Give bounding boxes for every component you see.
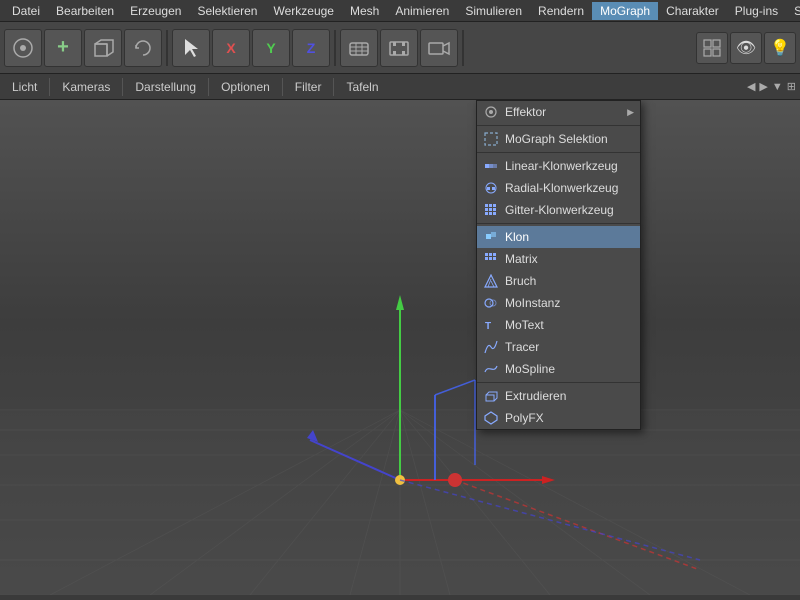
extrudieren-icon <box>483 388 499 404</box>
menubar-mograph[interactable]: MoGraph <box>592 2 658 20</box>
move-tool-btn[interactable] <box>4 29 42 67</box>
light-btn[interactable]: 💡 <box>764 32 796 64</box>
toolbar2-optionen[interactable]: Optionen <box>213 78 278 96</box>
rotate-btn[interactable] <box>124 29 162 67</box>
add-btn[interactable]: + <box>44 29 82 67</box>
toolbar2-sep-1 <box>122 78 123 96</box>
moinstanz-icon <box>483 295 499 311</box>
menubar-skript[interactable]: Skript <box>786 2 800 20</box>
motext-icon: T <box>483 317 499 333</box>
toolbar2-filter[interactable]: Filter <box>287 78 330 96</box>
mograph-dropdown: Effektor MoGraph Selektion Linear-Klonwe… <box>476 100 641 430</box>
menubar-charakter[interactable]: Charakter <box>658 2 727 20</box>
effektor-icon <box>483 104 499 120</box>
film-btn[interactable] <box>380 29 418 67</box>
dropdown-tracer[interactable]: Tracer <box>477 336 640 358</box>
dropdown-gitter-klon[interactable]: Gitter-Klonwerkzeug <box>477 199 640 221</box>
dropdown-polyfx[interactable]: PolyFX <box>477 407 640 429</box>
toolbar2-sep-0 <box>49 78 50 96</box>
toolbar-sep-1 <box>166 30 168 66</box>
dropdown-sep-3 <box>477 223 640 224</box>
matrix-icon <box>483 251 499 267</box>
toolbar2-sep-4 <box>333 78 334 96</box>
camera-film-btn[interactable] <box>420 29 458 67</box>
menubar-animieren[interactable]: Animieren <box>387 2 457 20</box>
mograph-selektion-icon <box>483 131 499 147</box>
dropdown-mograph-selektion[interactable]: MoGraph Selektion <box>477 128 640 150</box>
radial-klon-icon <box>483 180 499 196</box>
nav-arrow-left-icon[interactable]: ◀ <box>747 80 755 93</box>
secondary-toolbar: Licht Kameras Darstellung Optionen Filte… <box>0 74 800 100</box>
nav-down-icon[interactable]: ▼ <box>772 81 783 93</box>
menubar-rendern[interactable]: Rendern <box>530 2 592 20</box>
cube-btn[interactable] <box>84 29 122 67</box>
dropdown-linear-klon[interactable]: Linear-Klonwerkzeug <box>477 155 640 177</box>
menubar-simulieren[interactable]: Simulieren <box>457 2 530 20</box>
z-axis-btn[interactable]: Z <box>292 29 330 67</box>
toolbar2-sep-3 <box>282 78 283 96</box>
menubar-selektieren[interactable]: Selektieren <box>189 2 265 20</box>
menubar-werkzeuge[interactable]: Werkzeuge <box>265 2 341 20</box>
x-axis-btn[interactable]: X <box>212 29 250 67</box>
scene-svg <box>0 100 800 595</box>
y-axis-btn[interactable]: Y <box>252 29 290 67</box>
menubar-mesh[interactable]: Mesh <box>342 2 387 20</box>
box-btn[interactable] <box>340 29 378 67</box>
toolbar2-sep-2 <box>208 78 209 96</box>
menubar-plugins[interactable]: Plug-ins <box>727 2 786 20</box>
svg-text:T: T <box>485 321 491 332</box>
toolbar2-kameras[interactable]: Kameras <box>54 78 118 96</box>
klon-icon <box>483 229 499 245</box>
dropdown-motext[interactable]: T MoText <box>477 314 640 336</box>
dropdown-sep-4 <box>477 382 640 383</box>
toolbar-sep-3 <box>462 30 464 66</box>
select-btn[interactable] <box>172 29 210 67</box>
dropdown-extrudieren[interactable]: Extrudieren <box>477 385 640 407</box>
toolbar2-right-controls: ◀ ▶ ▼ ⊞ <box>747 80 796 93</box>
toolbar-sep-2 <box>334 30 336 66</box>
linear-klon-icon <box>483 158 499 174</box>
mospline-icon <box>483 361 499 377</box>
dropdown-moinstanz[interactable]: MoInstanz <box>477 292 640 314</box>
dropdown-sep-2 <box>477 152 640 153</box>
main-toolbar: + X Y Z 👁 💡 <box>0 22 800 74</box>
nav-arrow-right-icon[interactable]: ▶ <box>759 80 767 93</box>
toolbar-right: 👁 💡 <box>696 32 796 64</box>
gitter-klon-icon <box>483 202 499 218</box>
toolbar2-licht[interactable]: Licht <box>4 78 45 96</box>
dropdown-radial-klon[interactable]: Radial-Klonwerkzeug <box>477 177 640 199</box>
tracer-icon <box>483 339 499 355</box>
toolbar2-darstellung[interactable]: Darstellung <box>127 78 204 96</box>
dropdown-effektor[interactable]: Effektor <box>477 101 640 123</box>
toolbar2-tafeln[interactable]: Tafeln <box>338 78 386 96</box>
nav-expand-icon[interactable]: ⊞ <box>787 80 796 93</box>
dropdown-bruch[interactable]: Bruch <box>477 270 640 292</box>
dropdown-matrix[interactable]: Matrix <box>477 248 640 270</box>
bruch-icon <box>483 273 499 289</box>
menubar-bearbeiten[interactable]: Bearbeiten <box>48 2 122 20</box>
dropdown-klon[interactable]: Klon <box>477 226 640 248</box>
menubar-datei[interactable]: Datei <box>4 2 48 20</box>
viewport[interactable]: Perspektive <box>0 100 800 595</box>
menubar: Datei Bearbeiten Erzeugen Selektieren We… <box>0 0 800 22</box>
menubar-erzeugen[interactable]: Erzeugen <box>122 2 189 20</box>
grid-btn[interactable] <box>696 32 728 64</box>
dropdown-sep-1 <box>477 125 640 126</box>
eyes-btn[interactable]: 👁 <box>730 32 762 64</box>
dropdown-mospline[interactable]: MoSpline <box>477 358 640 380</box>
polyfx-icon <box>483 410 499 426</box>
